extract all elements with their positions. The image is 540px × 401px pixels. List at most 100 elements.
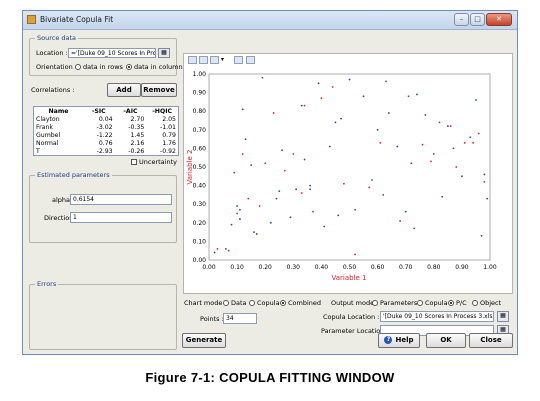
data-point	[253, 231, 255, 234]
copula-point	[368, 186, 371, 189]
export-icon[interactable]	[246, 56, 255, 64]
errors-title: Errors	[35, 280, 59, 288]
data-point	[236, 205, 238, 207]
hqic-value: -1.01	[159, 123, 176, 131]
copula-point	[472, 141, 475, 144]
y-tick-label: 0.30	[193, 201, 207, 208]
copula-location-picker-button[interactable]: ▦	[497, 311, 509, 322]
title-bar[interactable]: Bivariate Copula Fit – □ ✕	[23, 11, 517, 30]
data-point	[376, 128, 379, 131]
chart-panel: ▾ Variable 1 Variable 2 0.00 0.10 0.20 0.30…	[183, 53, 513, 294]
copula-point	[303, 104, 306, 107]
data-point	[475, 99, 477, 101]
copula-location-field[interactable]: '[Duke 09_10 Scores In Process 3.xlsx]C	[380, 311, 494, 322]
add-button[interactable]: Add	[107, 83, 141, 97]
data-point	[309, 188, 312, 191]
table-row[interactable]: Clayton 0.04 2.70 2.05	[34, 115, 178, 123]
data-point	[281, 149, 283, 152]
parameters-option-label: Parameters	[380, 299, 418, 307]
output-copula-option[interactable]: Copula	[417, 299, 448, 307]
location-label: Location :	[36, 49, 68, 57]
chart-mode-label: Chart mode :	[184, 299, 227, 307]
copula-point	[247, 197, 250, 200]
correlations-table[interactable]: Name -SIC -AIC -HQIC Clayton 0.04 2.70 2…	[33, 106, 179, 156]
copula-point	[379, 141, 382, 144]
data-point	[348, 78, 351, 81]
estimated-parameters-title: Estimated parameters	[35, 171, 112, 179]
x-tick-label: 0.20	[259, 264, 273, 271]
uncertainty-checkbox[interactable]: Uncertainty	[131, 158, 177, 166]
copula-point	[477, 132, 480, 135]
chart-mode-combined-option[interactable]: Combined	[280, 299, 321, 307]
column-header-sic: -SIC	[91, 107, 106, 115]
close-button[interactable]: Close	[469, 333, 513, 348]
direction-field[interactable]: 1	[70, 212, 172, 223]
aic-value: -0.26	[128, 147, 145, 155]
data-radio-icon	[223, 300, 229, 306]
data-point	[396, 145, 399, 148]
close-window-button[interactable]: ✕	[486, 13, 512, 26]
location-picker-button[interactable]: ▦	[158, 48, 170, 58]
column-header-aic: -AIC	[123, 107, 138, 115]
remove-button[interactable]: Remove	[141, 83, 177, 97]
object-option-label: Object	[480, 299, 502, 307]
combined-radio-icon	[280, 300, 286, 306]
data-point	[480, 234, 483, 237]
y-tick-label: 0.10	[193, 238, 207, 245]
data-point	[446, 125, 449, 127]
pc-option-label: P/C	[456, 299, 467, 307]
copula-point	[292, 153, 295, 155]
data-point	[213, 251, 216, 254]
output-object-option[interactable]: Object	[472, 299, 501, 307]
object-radio-icon	[472, 300, 478, 306]
print-icon[interactable]	[199, 56, 208, 64]
estimated-parameters-group: Estimated parameters alpha 0.6154 Direct…	[29, 171, 177, 243]
chevron-down-icon[interactable]: ▾	[221, 56, 230, 64]
table-row[interactable]: T -2.93 -0.26 -0.92	[34, 147, 178, 155]
zoom-icon[interactable]	[234, 56, 243, 64]
orientation-label: Orientation :	[36, 63, 77, 71]
pc-radio-icon	[448, 300, 454, 306]
table-header-row: Name -SIC -AIC -HQIC	[34, 107, 178, 115]
hqic-value: -0.92	[159, 147, 176, 155]
sic-value: -3.02	[96, 123, 113, 131]
orientation-columns-option[interactable]: data in columns	[126, 63, 186, 71]
save-icon[interactable]	[188, 56, 197, 64]
sic-value: 0.76	[98, 139, 113, 147]
data-point	[239, 208, 241, 211]
data-point	[323, 225, 326, 228]
hqic-value: 0.79	[162, 131, 176, 139]
output-pc-option[interactable]: P/C	[448, 299, 467, 307]
help-button[interactable]: ? Help	[378, 333, 420, 348]
table-row[interactable]: Normal 0.76 2.16 1.76	[34, 139, 178, 147]
ok-button[interactable]: OK	[426, 333, 466, 348]
rows-option-label: data in rows	[83, 63, 123, 71]
copula-point	[272, 112, 275, 114]
copula-option-label: Copula	[257, 299, 280, 307]
y-tick-label: 0.70	[193, 127, 207, 134]
output-parameters-option[interactable]: Parameters	[372, 299, 417, 307]
copula-point	[320, 97, 323, 100]
minimize-button[interactable]: –	[454, 13, 469, 26]
parameters-radio-icon	[372, 300, 378, 306]
table-row[interactable]: Frank -3.02 -0.35 -1.01	[34, 123, 178, 131]
orientation-rows-option[interactable]: data in rows	[75, 63, 123, 71]
edit-chart-icon[interactable]	[210, 56, 219, 64]
chart-mode-copula-option[interactable]: Copula	[249, 299, 280, 307]
chart-mode-data-option[interactable]: Data	[223, 299, 247, 307]
table-row[interactable]: Gumbel -1.22 1.45 0.79	[34, 131, 178, 139]
hqic-value: 1.76	[162, 139, 176, 147]
location-field[interactable]: ='[Duke 09_10 Scores In Proc	[68, 48, 156, 58]
alpha-field[interactable]: 0.6154	[70, 194, 172, 205]
column-header-name: Name	[48, 107, 69, 115]
copula-point	[300, 192, 303, 194]
aic-value: 2.16	[130, 139, 145, 147]
copula-name: Frank	[36, 123, 53, 131]
points-field[interactable]: 34	[223, 313, 257, 324]
data-point	[486, 197, 489, 200]
y-tick-label: 1.00	[193, 71, 207, 78]
copula-point	[354, 253, 357, 256]
generate-button[interactable]: Generate	[182, 333, 226, 348]
x-tick-label: 0.40	[315, 264, 329, 271]
maximize-button[interactable]: □	[470, 13, 485, 26]
